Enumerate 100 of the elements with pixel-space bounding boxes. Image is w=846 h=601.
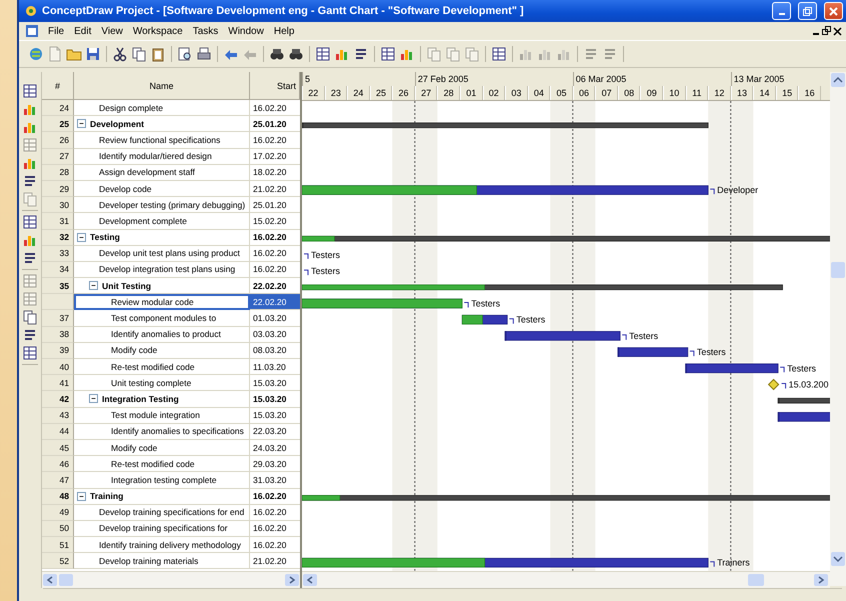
task-name[interactable]: Design complete — [74, 100, 250, 116]
task-name[interactable]: Test component modules to — [74, 310, 250, 327]
task-name[interactable]: Testing — [74, 230, 250, 246]
row-header[interactable]: 52 — [42, 553, 74, 570]
row-header[interactable]: 27 — [42, 148, 74, 165]
table-icon[interactable] — [315, 46, 331, 62]
menu-item[interactable]: Tasks — [188, 26, 224, 36]
horizontal-scrollbar[interactable] — [42, 571, 300, 588]
binoculars-icon[interactable] — [288, 46, 304, 62]
binoculars-icon[interactable] — [269, 46, 285, 62]
magnifier-icon[interactable] — [177, 46, 193, 62]
task-name[interactable]: Review functional specifications — [74, 132, 250, 149]
row-header[interactable]: 30 — [42, 197, 74, 214]
close-icon[interactable] — [833, 26, 842, 36]
task-bar[interactable] — [778, 412, 830, 422]
row-header[interactable]: 28 — [42, 164, 74, 181]
task-name[interactable]: Development complete — [74, 213, 250, 230]
summary-bar[interactable] — [302, 284, 783, 290]
restore-icon[interactable] — [822, 26, 831, 36]
task-name[interactable]: Develop code — [74, 180, 250, 198]
row-header[interactable]: 26 — [42, 132, 74, 149]
maximize-button[interactable] — [798, 2, 817, 20]
task-name[interactable]: Test module integration — [74, 408, 250, 424]
task-name[interactable]: Develop training specifications for end — [74, 504, 250, 521]
task-bar[interactable] — [618, 347, 688, 357]
row-header[interactable]: 49 — [42, 504, 74, 521]
row-header[interactable]: 41 — [42, 375, 74, 392]
task-name[interactable]: Identify anomalies to product — [74, 326, 250, 343]
task-name[interactable]: Develop training specifications for — [74, 520, 250, 538]
task-name[interactable]: Development — [74, 116, 250, 132]
pages-icon[interactable] — [22, 309, 38, 325]
collapse-icon[interactable] — [77, 119, 86, 128]
task-name[interactable]: Integration Testing — [74, 391, 250, 408]
task-name[interactable]: Identify modular/tiered design — [74, 148, 250, 165]
row-header[interactable]: 34 — [42, 262, 74, 278]
task-name[interactable]: Modify code — [74, 342, 250, 359]
row-header[interactable]: 43 — [42, 408, 74, 424]
menu-item[interactable]: Workspace — [128, 26, 188, 36]
task-name[interactable]: Integration testing complete — [74, 472, 250, 488]
table-icon[interactable] — [22, 345, 38, 361]
close-button[interactable] — [824, 2, 843, 20]
row-header[interactable]: 31 — [42, 213, 74, 230]
row-header[interactable]: 47 — [42, 472, 74, 488]
milestone-diamond[interactable] — [768, 378, 780, 390]
menu-item[interactable]: View — [96, 26, 128, 36]
task-name[interactable]: Re-test modified code — [74, 359, 250, 376]
summary-bar[interactable] — [778, 398, 830, 404]
task-name[interactable]: Develop unit test plans using product — [74, 246, 250, 262]
printer-icon[interactable] — [196, 46, 212, 62]
list-icon[interactable] — [353, 46, 369, 62]
row-header[interactable]: 35 — [42, 278, 74, 294]
task-name[interactable]: Review modular code — [74, 294, 250, 310]
row-header[interactable]: 24 — [42, 100, 74, 116]
pages-icon[interactable] — [131, 46, 147, 62]
menu-item[interactable]: Window — [223, 26, 269, 36]
list-icon[interactable] — [22, 250, 38, 266]
table-icon[interactable] — [491, 46, 507, 62]
summary-bar[interactable] — [302, 122, 708, 128]
row-header[interactable]: 42 — [42, 391, 74, 408]
table-icon[interactable] — [22, 214, 38, 230]
vertical-scrollbar[interactable] — [830, 72, 846, 586]
task-name[interactable]: Developer testing (primary debugging) — [74, 197, 250, 214]
task-name[interactable]: Identify anomalies to specifications — [74, 424, 250, 440]
document-icon[interactable] — [25, 24, 39, 38]
task-bar[interactable] — [302, 185, 708, 195]
row-header[interactable]: 37 — [42, 310, 74, 327]
row-header[interactable]: 29 — [42, 180, 74, 198]
task-bar[interactable] — [504, 331, 620, 341]
row-header[interactable]: 39 — [42, 342, 74, 359]
row-header[interactable]: 46 — [42, 456, 74, 472]
row-header[interactable]: 45 — [42, 440, 74, 456]
globe-icon[interactable] — [28, 46, 44, 62]
summary-bar[interactable] — [302, 495, 830, 501]
collapse-icon[interactable] — [89, 281, 98, 290]
table-icon[interactable] — [380, 46, 396, 62]
row-header[interactable]: 44 — [42, 424, 74, 440]
column-header[interactable]: Name — [74, 72, 250, 100]
task-name[interactable]: Re-test modified code — [74, 456, 250, 472]
row-header[interactable]: 40 — [42, 359, 74, 376]
table-icon[interactable] — [22, 83, 38, 99]
task-name[interactable]: Unit testing complete — [74, 375, 250, 392]
summary-bar[interactable] — [302, 236, 830, 242]
menu-item[interactable]: File — [43, 26, 70, 36]
menu-item[interactable]: Edit — [69, 26, 96, 36]
row-header[interactable]: 50 — [42, 520, 74, 538]
menu-item[interactable]: Help — [268, 26, 300, 36]
collapse-icon[interactable] — [89, 394, 98, 404]
column-header[interactable]: Start — [250, 72, 300, 100]
row-header[interactable]: 33 — [42, 246, 74, 262]
scissors-icon[interactable] — [112, 46, 128, 62]
task-name[interactable]: Training — [74, 488, 250, 505]
row-header[interactable]: 51 — [42, 537, 74, 554]
row-header[interactable]: 48 — [42, 488, 74, 505]
task-name[interactable]: Develop integration test plans using — [74, 262, 250, 278]
minimize-button[interactable] — [772, 2, 791, 20]
task-bar[interactable] — [302, 558, 708, 568]
row-header[interactable]: 32 — [42, 230, 74, 246]
task-bar[interactable] — [462, 314, 508, 324]
task-name[interactable]: Unit Testing — [74, 278, 250, 294]
task-name[interactable]: Identify training delivery methodology — [74, 537, 250, 554]
